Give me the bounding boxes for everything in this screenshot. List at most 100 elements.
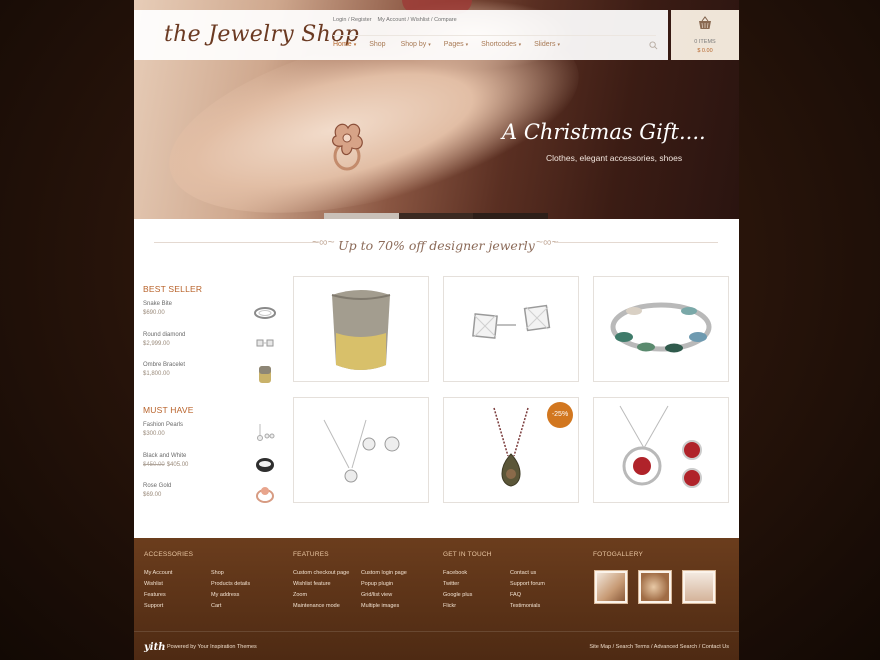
footer-link[interactable]: Wishlist feature	[293, 581, 331, 587]
product-name: Round diamond	[143, 332, 186, 338]
footer-link[interactable]: Twitter	[443, 581, 459, 587]
footer-link[interactable]: My address	[211, 592, 239, 598]
sidebar-product[interactable]: Snake Bite $690.00	[143, 301, 278, 329]
banner-line-right	[554, 242, 718, 243]
product-card-pendant-set[interactable]	[293, 397, 429, 503]
promo-banner: Up to 70% off designer jewerly	[338, 238, 535, 253]
old-price: $450.00	[143, 462, 165, 468]
product-name: Snake Bite	[143, 301, 173, 307]
cart-basket-icon	[699, 16, 711, 29]
product-image	[610, 302, 712, 353]
footer-link[interactable]: Custom checkout page	[293, 570, 349, 576]
top-links: Login / Register My Account / Wishlist /…	[333, 17, 457, 23]
footer-link[interactable]: Testimonials	[510, 603, 540, 609]
gallery-photo[interactable]	[682, 570, 716, 604]
footer-link[interactable]: Maintenance mode	[293, 603, 340, 609]
footer-link[interactable]: Wishlist	[144, 581, 163, 587]
footer-link[interactable]: Support	[144, 603, 163, 609]
footer-link[interactable]: Custom login page	[361, 570, 407, 576]
footer-link[interactable]: Zoom	[293, 592, 307, 598]
price-value: $300.00	[143, 431, 165, 437]
nav-label: Shortcodes	[481, 41, 517, 48]
product-image	[472, 304, 551, 339]
site-logo[interactable]: the Jewelry Shop	[164, 22, 359, 47]
footer-title: GET IN TOUCH	[443, 551, 492, 558]
footer-link[interactable]: Popup plugin	[361, 581, 393, 587]
footer-link[interactable]: My Account	[144, 570, 172, 576]
product-image	[619, 405, 702, 488]
page: the Jewelry Shop Login / Register My Acc…	[134, 0, 739, 660]
footer-link[interactable]: Grid/list view	[361, 592, 392, 598]
footer-bottom-links[interactable]: Site Map / Search Terms / Advanced Searc…	[589, 644, 729, 650]
footer-link[interactable]: Flickr	[443, 603, 456, 609]
gallery-photo[interactable]	[594, 570, 628, 604]
product-price: $2,999.00	[143, 341, 170, 347]
cart-total: $ 0.00	[697, 48, 713, 54]
cart-item-count: 0 ITEMS	[694, 39, 716, 45]
price-value: $690.00	[143, 310, 165, 316]
nav-item-shop-by[interactable]: Shop by ▾	[401, 41, 431, 48]
product-card-necklace[interactable]: -25%	[443, 397, 579, 503]
footer-link[interactable]: Support forum	[510, 581, 545, 587]
search-icon[interactable]	[649, 41, 658, 50]
price-value: $69.00	[143, 492, 162, 498]
footer-link[interactable]: Google plus	[443, 592, 472, 598]
gallery-photo[interactable]	[638, 570, 672, 604]
footer-link[interactable]: Multiple images	[361, 603, 399, 609]
hero-slider[interactable]: the Jewelry Shop Login / Register My Acc…	[134, 0, 739, 219]
nav-item-home[interactable]: Home ▾	[333, 41, 356, 48]
footer-link[interactable]: Features	[144, 592, 166, 598]
chevron-down-icon: ▾	[465, 42, 469, 48]
product-price: $69.00	[143, 492, 161, 498]
gallery-photo-image	[597, 573, 625, 601]
product-price: $450.00 $405.00	[143, 462, 188, 468]
chevron-down-icon: ▾	[428, 42, 431, 48]
chevron-down-icon: ▾	[518, 42, 522, 48]
product-card-cuff[interactable]	[293, 276, 429, 382]
nav-item-shop[interactable]: Shop	[369, 41, 387, 48]
sidebar-product[interactable]: Rose Gold $69.00	[143, 483, 278, 511]
product-thumbnail	[254, 307, 276, 319]
footer-title: FOTOGALLERY	[593, 551, 644, 558]
footer-link[interactable]: Products details	[211, 581, 250, 587]
price-value: $2,999.00	[143, 341, 170, 347]
product-card-ruby-set[interactable]	[593, 397, 729, 503]
sidebar-product[interactable]: Fashion Pearls $300.00	[143, 422, 278, 450]
yith-logo[interactable]: yith	[144, 642, 166, 653]
gallery-photo-image	[685, 573, 713, 601]
product-name: Ombre Bracelet	[143, 362, 186, 368]
hero-ring-image	[332, 123, 363, 171]
product-thumbnail	[259, 366, 271, 383]
price-value: $405.00	[166, 462, 189, 468]
main-content: ~∞~ Up to 70% off designer jewerly ~∞~ B…	[134, 219, 739, 538]
footer-link[interactable]: Facebook	[443, 570, 467, 576]
product-thumbnail	[256, 339, 274, 347]
product-card-bracelet[interactable]	[593, 276, 729, 382]
account-links[interactable]: My Account / Wishlist / Compare	[378, 17, 457, 23]
product-price: $1,800.00	[143, 371, 170, 377]
powered-by: Powered by Your Inspiration Themes	[167, 644, 257, 650]
footer-title: FEATURES	[293, 551, 329, 558]
nav-item-pages[interactable]: Pages ▾	[444, 41, 468, 48]
nav-item-sliders[interactable]: Sliders ▾	[534, 41, 560, 48]
main-nav: Home ▾ Shop Shop by ▾ Pages ▾ Shortcodes ▾ S…	[333, 41, 573, 48]
cart-widget[interactable]: 0 ITEMS $ 0.00	[671, 10, 739, 60]
gallery-photo-image	[641, 573, 669, 601]
sidebar-product[interactable]: Round diamond $2,999.00	[143, 332, 278, 360]
nav-label: Shop by	[400, 41, 427, 48]
hero-slogan: A Christmas Gift....	[502, 120, 706, 144]
product-card-earrings[interactable]	[443, 276, 579, 382]
footer-link[interactable]: Contact us	[510, 570, 536, 576]
sale-badge: -25%	[547, 402, 573, 428]
product-thumbnail	[257, 424, 275, 441]
nav-label: Sliders	[534, 41, 556, 48]
login-register-link[interactable]: Login / Register	[333, 17, 372, 23]
footer-link[interactable]: Cart	[211, 603, 221, 609]
nav-item-shortcodes[interactable]: Shortcodes ▾	[481, 41, 521, 48]
sidebar-product[interactable]: Ombre Bracelet $1,800.00	[143, 362, 278, 390]
header-bar: the Jewelry Shop Login / Register My Acc…	[134, 10, 668, 60]
price-value: $1,800.00	[143, 371, 170, 377]
sidebar-product[interactable]: Black and White $450.00 $405.00	[143, 453, 278, 481]
footer-link[interactable]: FAQ	[510, 592, 521, 598]
footer-link[interactable]: Shop	[211, 570, 224, 576]
